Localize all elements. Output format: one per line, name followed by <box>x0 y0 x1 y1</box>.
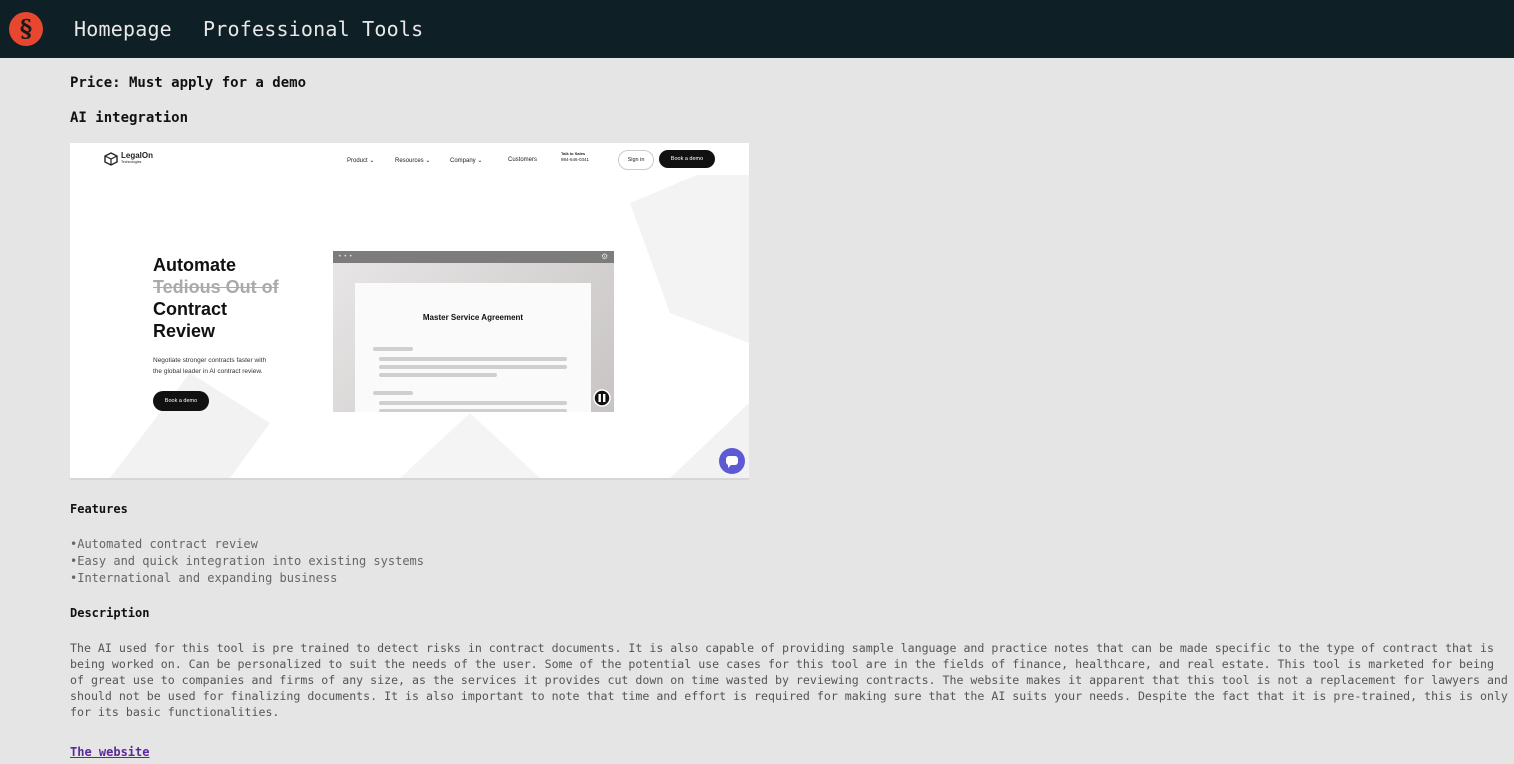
features-heading: Features <box>70 502 128 516</box>
top-navigation-bar: § Homepage Professional Tools <box>0 0 1514 58</box>
ai-integration-heading: AI integration <box>70 110 189 126</box>
embedded-nav-customers: Customers <box>508 157 538 163</box>
nav-link-homepage[interactable]: Homepage <box>74 17 172 41</box>
embedded-nav-company: Company ⌄ <box>450 158 483 164</box>
price-text: Price: Must apply for a demo <box>70 75 307 91</box>
feature-item: •Easy and quick integration into existin… <box>70 554 425 568</box>
embedded-nav-product: Product ⌄ <box>347 158 375 164</box>
embedded-brand-sub: Technologies <box>121 160 142 164</box>
document-line <box>379 365 567 369</box>
hero-subtext-1: Negotiate stronger contracts faster with <box>153 357 267 364</box>
site-logo-icon[interactable]: § <box>9 12 43 46</box>
hero-book-demo-button: Book a demo <box>153 391 209 411</box>
embedded-sales-phone: 984-646-0341 <box>561 157 590 162</box>
pause-icon <box>593 389 611 407</box>
hero-line-3: Contract <box>153 299 228 319</box>
window-settings-icon: ⚙ <box>601 252 609 261</box>
features-list: •Automated contract review •Easy and qui… <box>70 536 424 587</box>
document-title: Master Service Agreement <box>422 313 524 322</box>
nav-link-professional-tools[interactable]: Professional Tools <box>203 17 423 41</box>
hero-line-strikethrough: Tedious Out of <box>153 277 279 297</box>
chat-bubble-icon <box>719 448 745 474</box>
embedded-site-header: LegalOn Technologies Product ⌄ Resources… <box>70 143 749 175</box>
document-line <box>379 373 497 377</box>
legalon-cube-icon <box>104 152 118 166</box>
document-page: Master Service Agreement <box>355 283 591 412</box>
document-line <box>379 401 567 405</box>
window-dots-icon: • • • <box>338 253 353 260</box>
embedded-sign-in-button: Sign in <box>618 150 654 170</box>
embedded-brand-name: LegalOn <box>121 151 154 160</box>
logo-glyph: § <box>19 14 33 43</box>
hero-line-1: Automate <box>153 255 237 275</box>
embedded-sales-label: Talk to Sales <box>561 151 586 156</box>
document-line <box>373 347 413 351</box>
description-heading: Description <box>70 606 150 620</box>
document-line <box>379 409 567 412</box>
hero-subtext-2: the global leader in AI contract review. <box>153 368 263 375</box>
document-preview-window: • • • ⚙ Master Service Agreement <box>333 251 614 412</box>
feature-item: •Automated contract review <box>70 537 258 551</box>
document-line <box>379 357 567 361</box>
embedded-book-demo-button: Book a demo <box>659 150 715 168</box>
website-link[interactable]: The website <box>70 745 149 759</box>
embedded-nav-resources: Resources ⌄ <box>395 158 431 164</box>
feature-item: •International and expanding business <box>70 571 338 585</box>
description-text: The AI used for this tool is pre trained… <box>70 641 1508 719</box>
preview-window-titlebar <box>333 251 614 263</box>
document-line <box>373 391 413 395</box>
website-screenshot-image: LegalOn Technologies Product ⌄ Resources… <box>70 143 749 480</box>
hero-line-4: Review <box>153 321 216 341</box>
